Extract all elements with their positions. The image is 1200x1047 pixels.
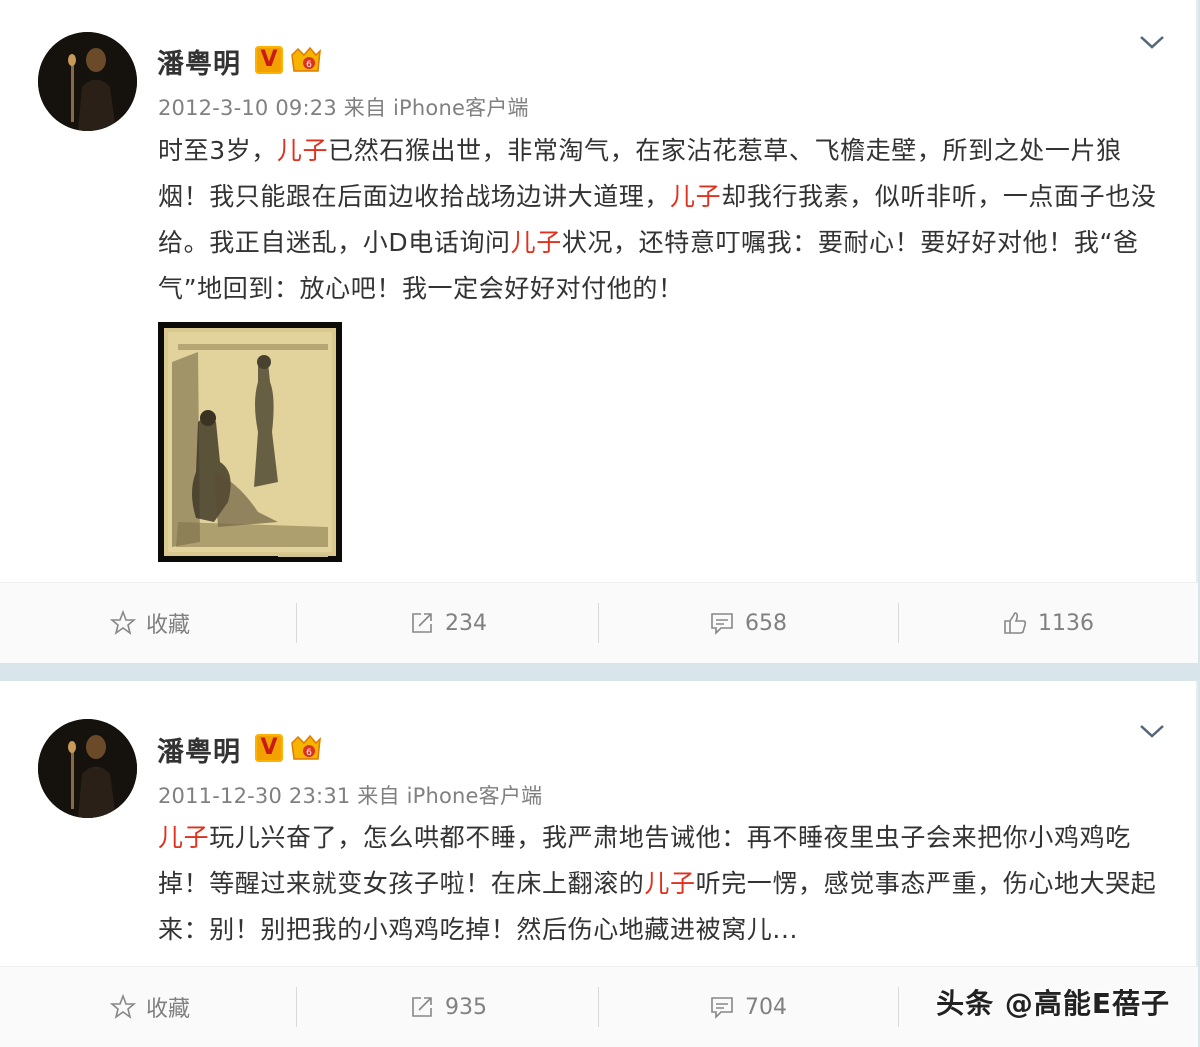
highlight-keyword[interactable]: 儿子 (670, 182, 721, 211)
highlight-keyword[interactable]: 儿子 (277, 136, 328, 165)
avatar[interactable] (38, 32, 137, 131)
repost-button[interactable]: 234 (298, 583, 598, 663)
repost-icon (412, 613, 432, 633)
action-bar: 收藏 234 658 1136 (0, 582, 1198, 663)
repost-button[interactable]: 935 (298, 967, 598, 1047)
highlight-keyword[interactable]: 儿子 (644, 869, 695, 898)
favorite-button[interactable]: 收藏 (0, 967, 300, 1047)
star-icon (109, 994, 136, 1019)
chevron-down-icon[interactable] (1138, 721, 1166, 741)
thumbs-up-icon (1004, 612, 1027, 634)
verified-v-icon: V (255, 734, 283, 762)
favorite-label: 收藏 (145, 613, 190, 638)
watermark: 头条 @高能E蓓子 (936, 987, 1170, 1020)
post-text: 时至3岁，儿子已然石猴出世，非常淘气，在家沾花惹草、飞檐走壁，所到之处一片狼烟！… (158, 128, 1168, 312)
svg-text:6: 6 (306, 60, 312, 70)
author-name[interactable]: 潘粤明 (157, 730, 241, 769)
comment-icon (711, 613, 733, 635)
comment-count: 704 (745, 994, 787, 1020)
favorite-label: 收藏 (145, 997, 190, 1022)
like-count: 1136 (1038, 610, 1094, 636)
repost-count: 935 (445, 994, 487, 1020)
post-text: 儿子玩儿兴奋了，怎么哄都不睡，我严肃地告诫他：再不睡夜里虫子会来把你小鸡鸡吃掉！… (158, 815, 1168, 953)
post-image[interactable] (158, 322, 342, 562)
post-meta: 2011-12-30 23:31 来自 iPhone客户端 (158, 784, 543, 808)
post-meta: 2012-3-10 09:23 来自 iPhone客户端 (158, 96, 529, 120)
svg-text:6: 6 (306, 748, 312, 758)
avatar[interactable] (38, 719, 137, 818)
weibo-post-2: 潘粤明 V 6 2011-12-30 23:31 来自 iPhone客户端 儿子… (0, 681, 1198, 1047)
verified-v-icon: V (255, 46, 283, 74)
chevron-down-icon[interactable] (1138, 32, 1166, 52)
author-name[interactable]: 潘粤明 (157, 42, 241, 81)
weibo-post-1: 潘粤明 V 6 2012-3-10 09:23 来自 iPhone客户端 时至3… (0, 0, 1198, 663)
highlight-keyword[interactable]: 儿子 (158, 823, 209, 852)
crown-badge-icon: 6 (291, 46, 321, 72)
like-button[interactable]: 1136 (898, 583, 1198, 663)
star-icon (109, 610, 136, 635)
crown-badge-icon: 6 (291, 734, 321, 760)
repost-count: 234 (445, 610, 487, 636)
highlight-keyword[interactable]: 儿子 (511, 228, 562, 257)
comment-icon (711, 997, 733, 1019)
text-segment: 时至3岁， (158, 136, 277, 165)
repost-icon (412, 997, 432, 1017)
comment-count: 658 (745, 610, 787, 636)
favorite-button[interactable]: 收藏 (0, 583, 300, 663)
comment-button[interactable]: 704 (598, 967, 898, 1047)
comment-button[interactable]: 658 (598, 583, 898, 663)
